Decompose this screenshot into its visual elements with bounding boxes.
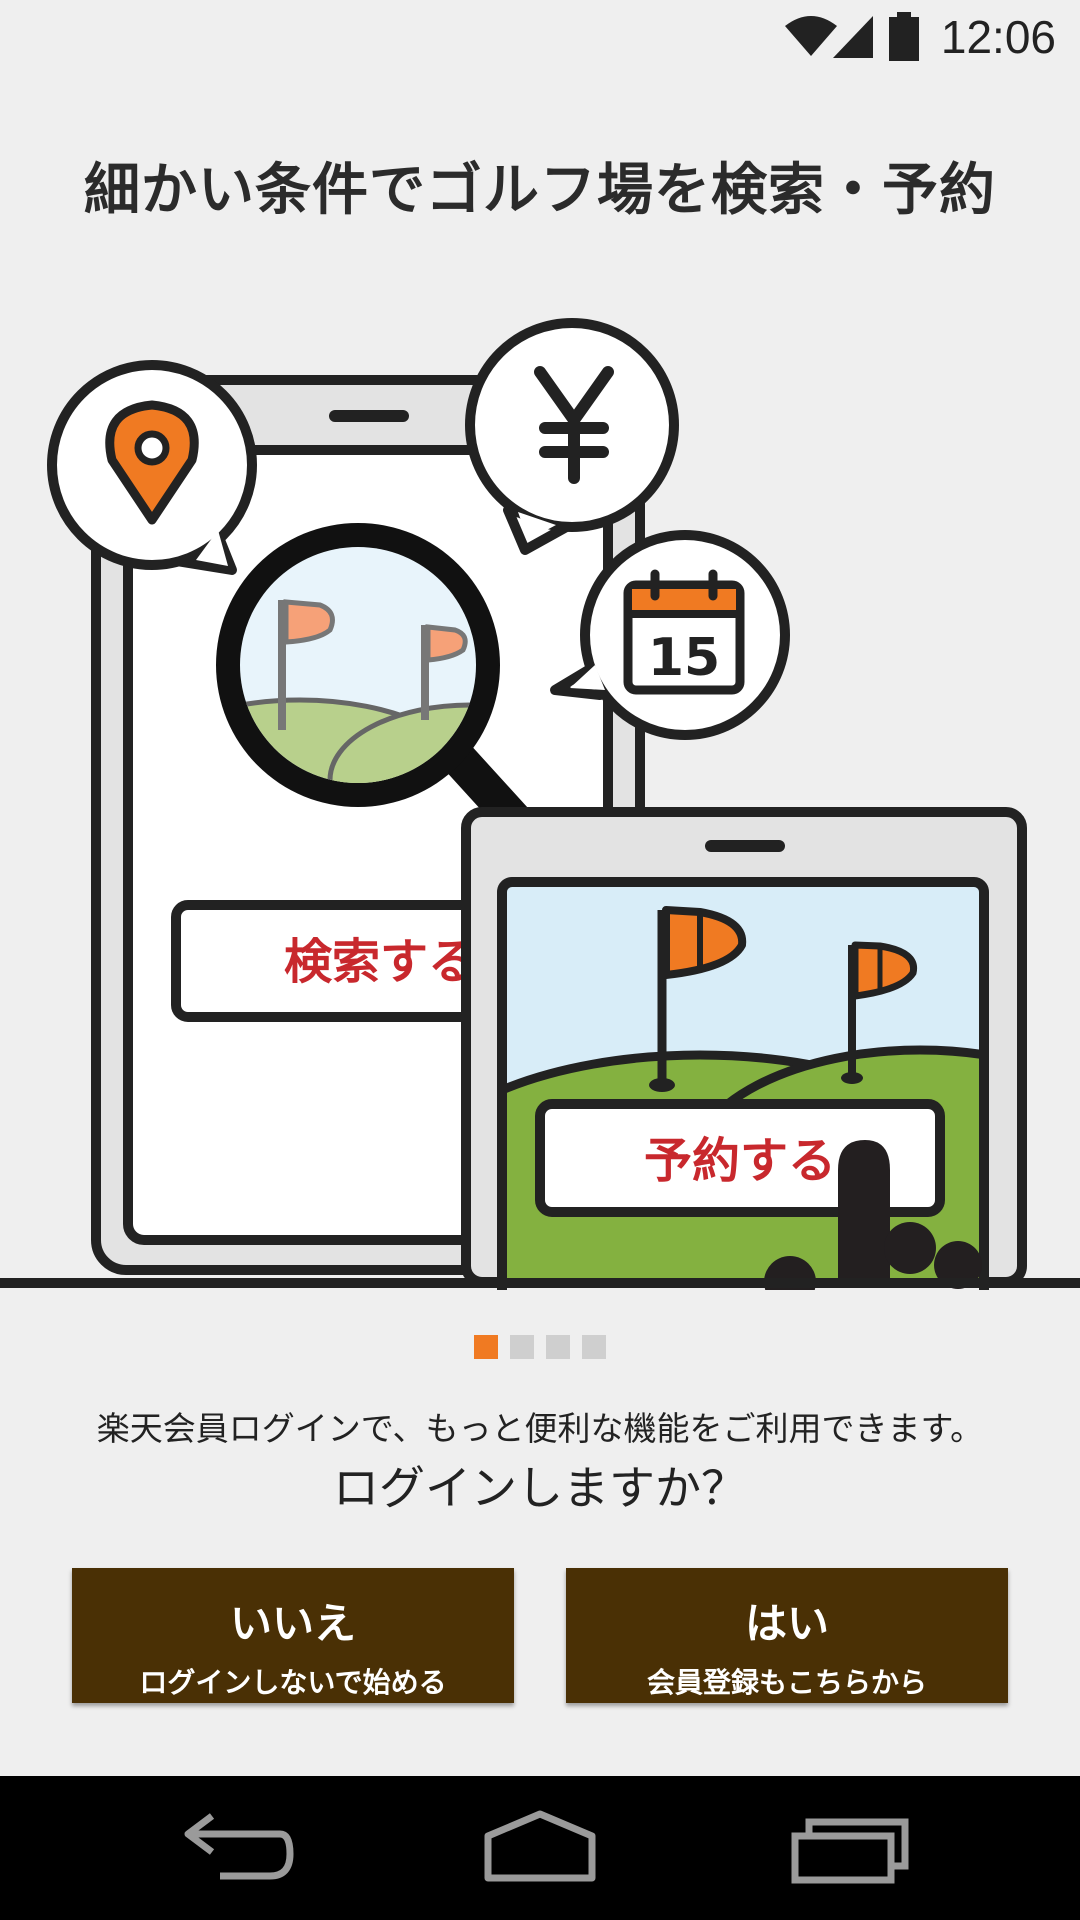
navigation-bar	[0, 1776, 1080, 1920]
wifi-icon	[785, 16, 837, 56]
cell-signal-icon	[833, 16, 873, 58]
calendar-day: 15	[648, 628, 720, 688]
calendar-icon: 15	[623, 569, 745, 695]
page-dot-active	[474, 1335, 498, 1359]
yes-button[interactable]: はい 会員登録もこちらから	[566, 1568, 1008, 1703]
page-indicator	[0, 1335, 1080, 1359]
page-dot	[582, 1335, 606, 1359]
reserve-button-label: 予約する	[644, 1133, 836, 1189]
recent-apps-icon[interactable]	[765, 1806, 925, 1890]
search-button-label: 検索する	[284, 934, 476, 990]
login-benefit-message: 楽天会員ログインで、もっと便利な機能をご利用できます。	[96, 1409, 984, 1448]
page-dot	[546, 1335, 570, 1359]
status-bar: 12:06	[0, 0, 1080, 75]
no-button-sublabel: ログインしないで始める	[139, 1666, 447, 1699]
no-button[interactable]: いいえ ログインしないで始める	[72, 1568, 514, 1703]
yes-button-sublabel: 会員登録もこちらから	[646, 1666, 927, 1699]
status-time: 12:06	[940, 11, 1056, 63]
tutorial-headline: 細かい条件でゴルフ場を検索・予約	[84, 158, 996, 223]
login-question: ログインしますか？	[333, 1461, 747, 1515]
yes-button-label: はい	[744, 1599, 829, 1648]
back-icon[interactable]	[160, 1806, 320, 1890]
tutorial-illustration: 検索する 15 予約する	[0, 318, 1080, 1290]
home-icon[interactable]	[460, 1806, 620, 1890]
tablet-illustration: 予約する	[461, 807, 1027, 1290]
no-button-label: いいえ	[229, 1599, 356, 1648]
page-dot	[510, 1335, 534, 1359]
location-bubble	[47, 360, 257, 575]
battery-icon	[889, 12, 919, 61]
